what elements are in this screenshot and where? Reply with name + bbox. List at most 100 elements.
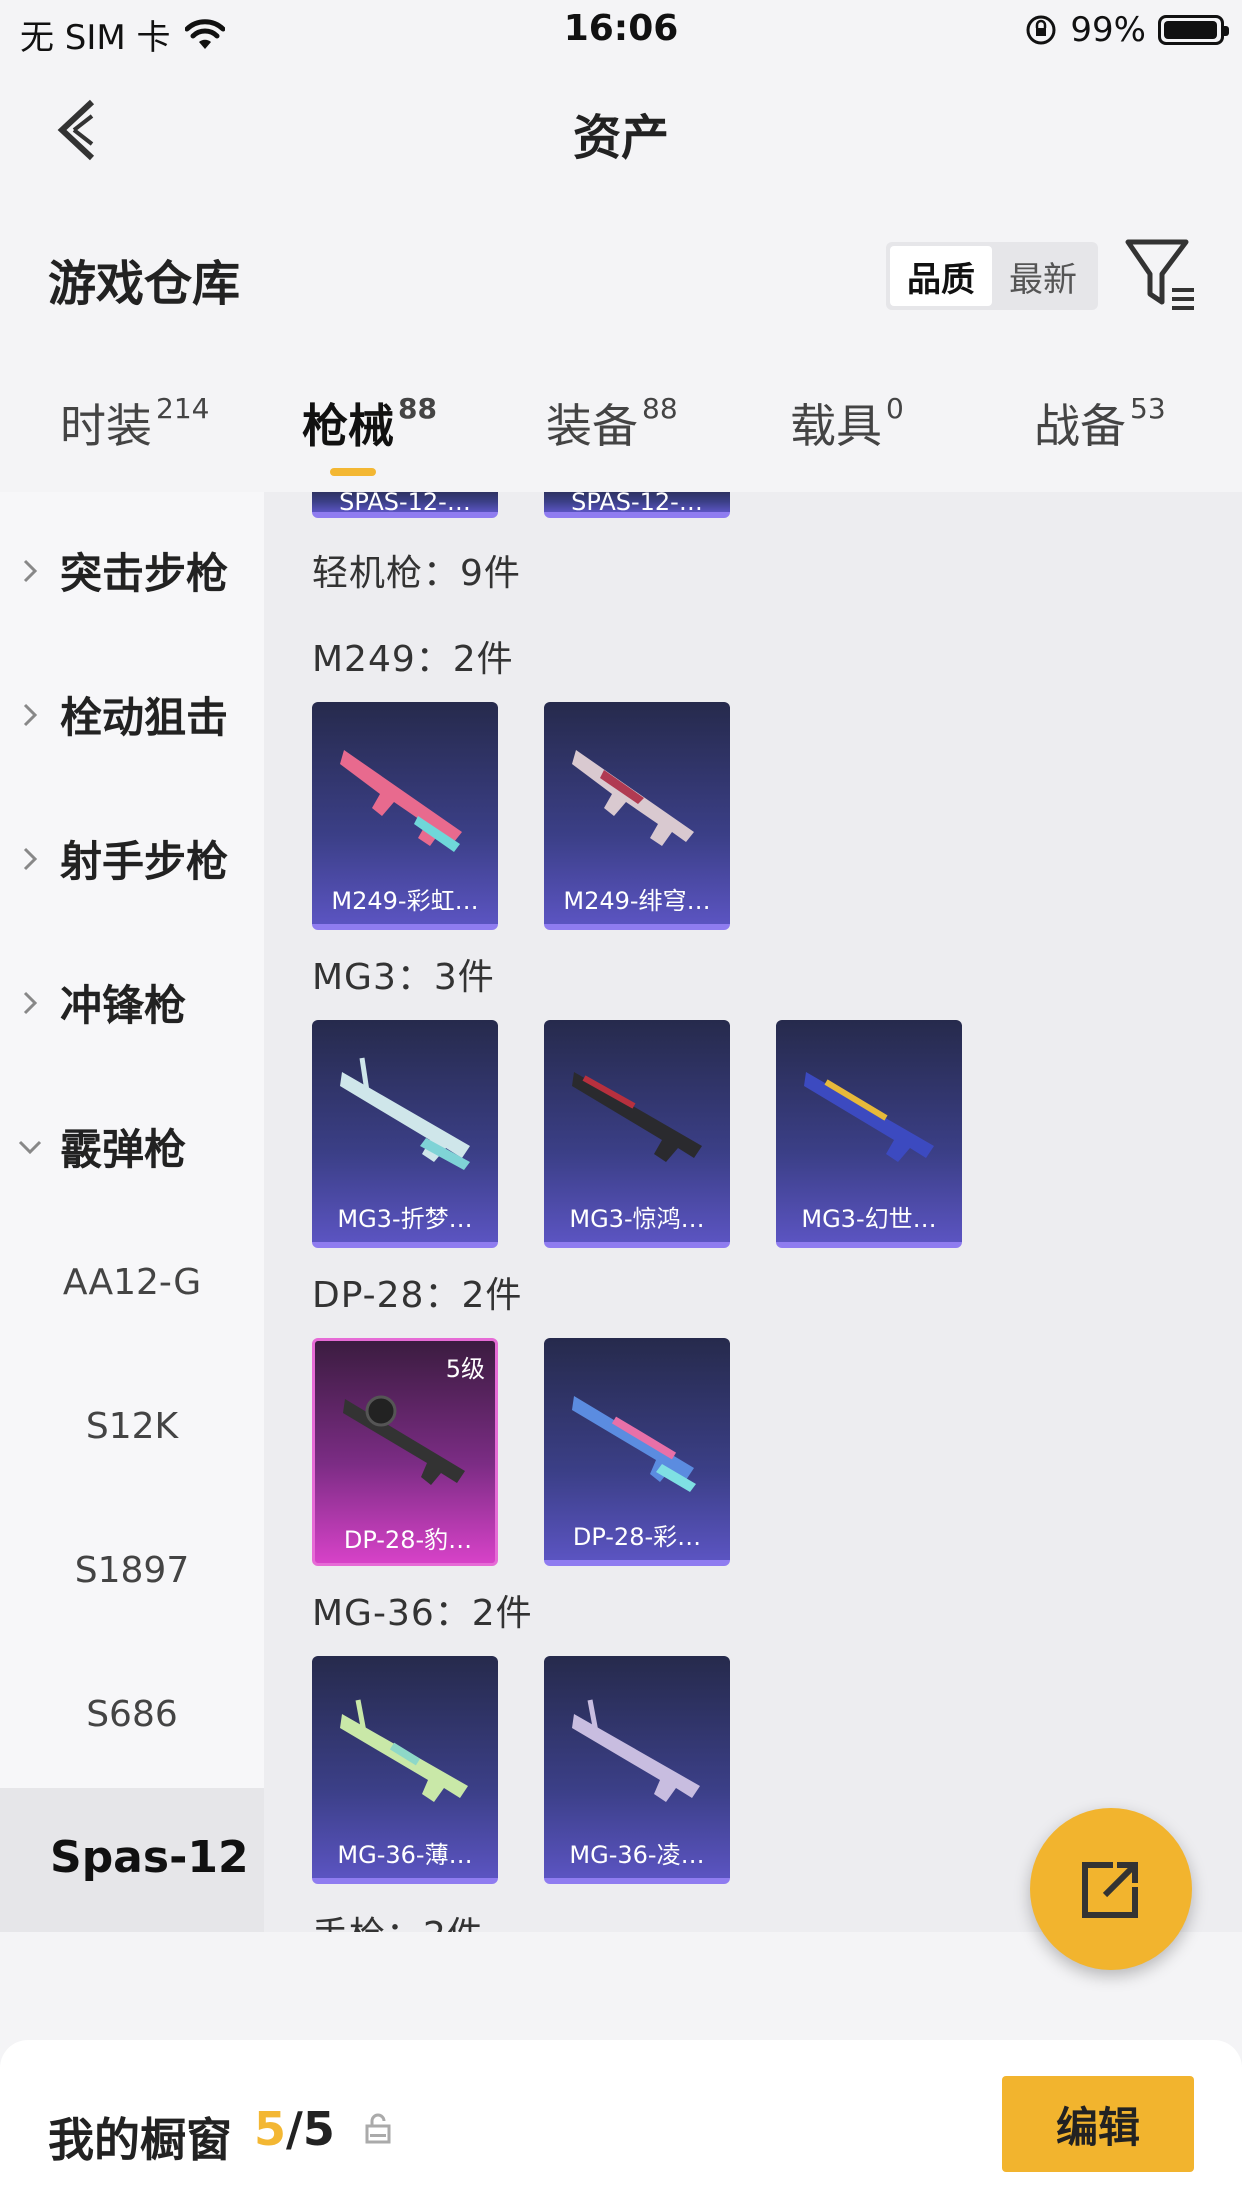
lmg-icon: [340, 750, 462, 852]
category-tabs: 时装 214 枪械 88 装备 88 载具 0 战备 53: [0, 380, 1242, 490]
weapon-card[interactable]: MG-36-凌…: [544, 1656, 730, 1884]
chevron-down-icon: [0, 1138, 60, 1156]
sort-newest-option[interactable]: 最新: [992, 246, 1094, 306]
sidebar-subitem-s1897[interactable]: S1897: [0, 1550, 264, 1591]
lmg-icon: [572, 750, 694, 846]
content-area: 突击步枪 栓动狙击 射手步枪 冲锋枪 霰弹枪 AA12-G S12K S1897…: [0, 492, 1242, 1932]
status-bar: 无 SIM 卡 16:06 99%: [0, 0, 1242, 62]
lmg-icon: [804, 1072, 934, 1162]
tab-count: 0: [886, 392, 904, 425]
sidebar-item-label: 栓动狙击: [60, 693, 229, 742]
chevron-right-icon: [0, 701, 60, 729]
tab-count: 214: [156, 392, 210, 425]
showcase-count-total: /5: [286, 2102, 335, 2156]
status-right: 99%: [1024, 10, 1229, 50]
lock-icon: [365, 2113, 391, 2144]
group-title: DP-28：2件: [312, 1275, 523, 1316]
weapon-card[interactable]: MG3-幻世…: [776, 1020, 962, 1248]
tab-equipment[interactable]: 装备 88: [546, 390, 678, 456]
lmg-icon: [343, 1395, 465, 1485]
sidebar-subitem-aa12g[interactable]: AA12-G: [0, 1262, 264, 1303]
edit-button[interactable]: 编辑: [1002, 2076, 1194, 2172]
category-header: 轻机枪：9件: [312, 553, 521, 594]
sort-toggle: 品质 最新: [886, 242, 1098, 310]
weapon-card-label: M249-彩虹…: [331, 887, 479, 915]
battery-icon: [1158, 15, 1229, 45]
page-title: 资产: [572, 110, 669, 166]
weapon-card[interactable]: MG-36-薄…: [312, 1656, 498, 1884]
tab-fashion[interactable]: 时装 214: [60, 390, 209, 456]
showcase-count-current: 5: [254, 2102, 287, 2156]
tab-count: 53: [1130, 392, 1166, 425]
weapon-card-partial[interactable]: SPAS-12-…: [312, 492, 498, 518]
active-tab-indicator: [330, 468, 376, 476]
weapon-card-partial[interactable]: SPAS-12-…: [544, 492, 730, 518]
tab-label: 载具: [790, 399, 882, 453]
weapon-card-label: MG-36-凌…: [569, 1841, 705, 1869]
sidebar-item-label: 突击步枪: [60, 549, 229, 598]
group-title: MG3：3件: [312, 957, 495, 998]
weapon-card-label: M249-绯穹…: [563, 887, 711, 915]
filter-icon: [1125, 239, 1194, 310]
orientation-lock-icon: [1026, 15, 1056, 45]
weapon-card-label: MG3-幻世…: [801, 1205, 937, 1233]
sidebar-selected-label: Spas-12: [50, 1832, 249, 1883]
showcase-title: 我的橱窗: [48, 2113, 232, 2167]
sidebar-item-label: 冲锋枪: [60, 981, 187, 1030]
lmg-icon: [572, 1072, 702, 1162]
section-title: 游戏仓库: [48, 256, 241, 312]
weapon-card-label: SPAS-12-…: [571, 492, 703, 516]
showcase-count: 5/5: [254, 2102, 335, 2156]
sidebar-item-label: 射手步枪: [60, 837, 229, 886]
chevron-right-icon: [0, 989, 60, 1017]
sidebar-subitem-s686[interactable]: S686: [0, 1694, 264, 1735]
share-button[interactable]: [1030, 1808, 1192, 1970]
sort-quality-option[interactable]: 品质: [890, 246, 992, 306]
weapon-grid: SPAS-12-… SPAS-12-… 轻机枪：9件 M249：2件 M249-…: [264, 492, 1242, 1932]
weapon-card[interactable]: M249-绯穹…: [544, 702, 730, 930]
weapon-card-label: MG3-折梦…: [337, 1205, 473, 1233]
weapon-card-label: SPAS-12-…: [339, 492, 471, 516]
filter-button[interactable]: [1124, 236, 1200, 316]
nav-bar: 资产: [0, 70, 1242, 190]
tab-guns[interactable]: 枪械 88: [302, 390, 437, 456]
lmg-icon: [572, 1699, 700, 1802]
tab-label: 装备: [546, 399, 638, 453]
showcase-bar: 我的橱窗 5/5 编辑: [0, 2040, 1242, 2208]
lmg-icon: [340, 1057, 470, 1170]
sidebar-item-marksman-rifle[interactable]: 射手步枪: [0, 828, 264, 889]
weapon-card[interactable]: M249-彩虹…: [312, 702, 498, 930]
tab-vehicles[interactable]: 载具 0: [790, 390, 904, 456]
group-title: M249：2件: [312, 639, 514, 680]
sidebar-item-shotgun[interactable]: 霰弹枪: [0, 1116, 264, 1177]
weapon-card-label: DP-28-豹…: [343, 1526, 473, 1554]
share-icon: [1082, 1862, 1138, 1918]
sidebar-subitem-s12k[interactable]: S12K: [0, 1406, 264, 1447]
tab-supplies[interactable]: 战备 53: [1034, 390, 1166, 456]
weapon-sidebar: 突击步枪 栓动狙击 射手步枪 冲锋枪 霰弹枪 AA12-G S12K S1897…: [0, 492, 264, 1788]
chevron-right-icon: [0, 557, 60, 585]
weapon-card[interactable]: 5级 DP-28-豹…: [312, 1338, 498, 1566]
lmg-icon: [572, 1396, 696, 1492]
category-header: 手枪：2件: [312, 1906, 484, 1932]
sidebar-item-bolt-sniper[interactable]: 栓动狙击: [0, 684, 264, 745]
weapon-card-label: MG3-惊鸿…: [569, 1205, 705, 1233]
tab-count: 88: [398, 392, 437, 425]
weapon-card-label: DP-28-彩…: [572, 1523, 702, 1551]
tab-label: 战备: [1034, 399, 1126, 453]
tab-label: 枪械: [302, 399, 394, 453]
weapon-card[interactable]: DP-28-彩…: [544, 1338, 730, 1566]
sidebar-item-label: 霰弹枪: [60, 1125, 187, 1174]
sidebar-item-assault-rifle[interactable]: 突击步枪: [0, 540, 264, 601]
battery-percent: 99%: [1070, 10, 1146, 50]
weapon-card[interactable]: MG3-惊鸿…: [544, 1020, 730, 1248]
weapon-card[interactable]: MG3-折梦…: [312, 1020, 498, 1248]
tab-label: 时装: [60, 399, 152, 453]
lmg-icon: [340, 1699, 468, 1802]
group-title: MG-36：2件: [312, 1593, 533, 1634]
chevron-right-icon: [0, 845, 60, 873]
sidebar-item-smg[interactable]: 冲锋枪: [0, 972, 264, 1033]
weapon-card-label: MG-36-薄…: [337, 1841, 473, 1869]
sidebar-subitem-spas12[interactable]: Spas-12: [0, 1788, 264, 1932]
tab-count: 88: [642, 392, 678, 425]
